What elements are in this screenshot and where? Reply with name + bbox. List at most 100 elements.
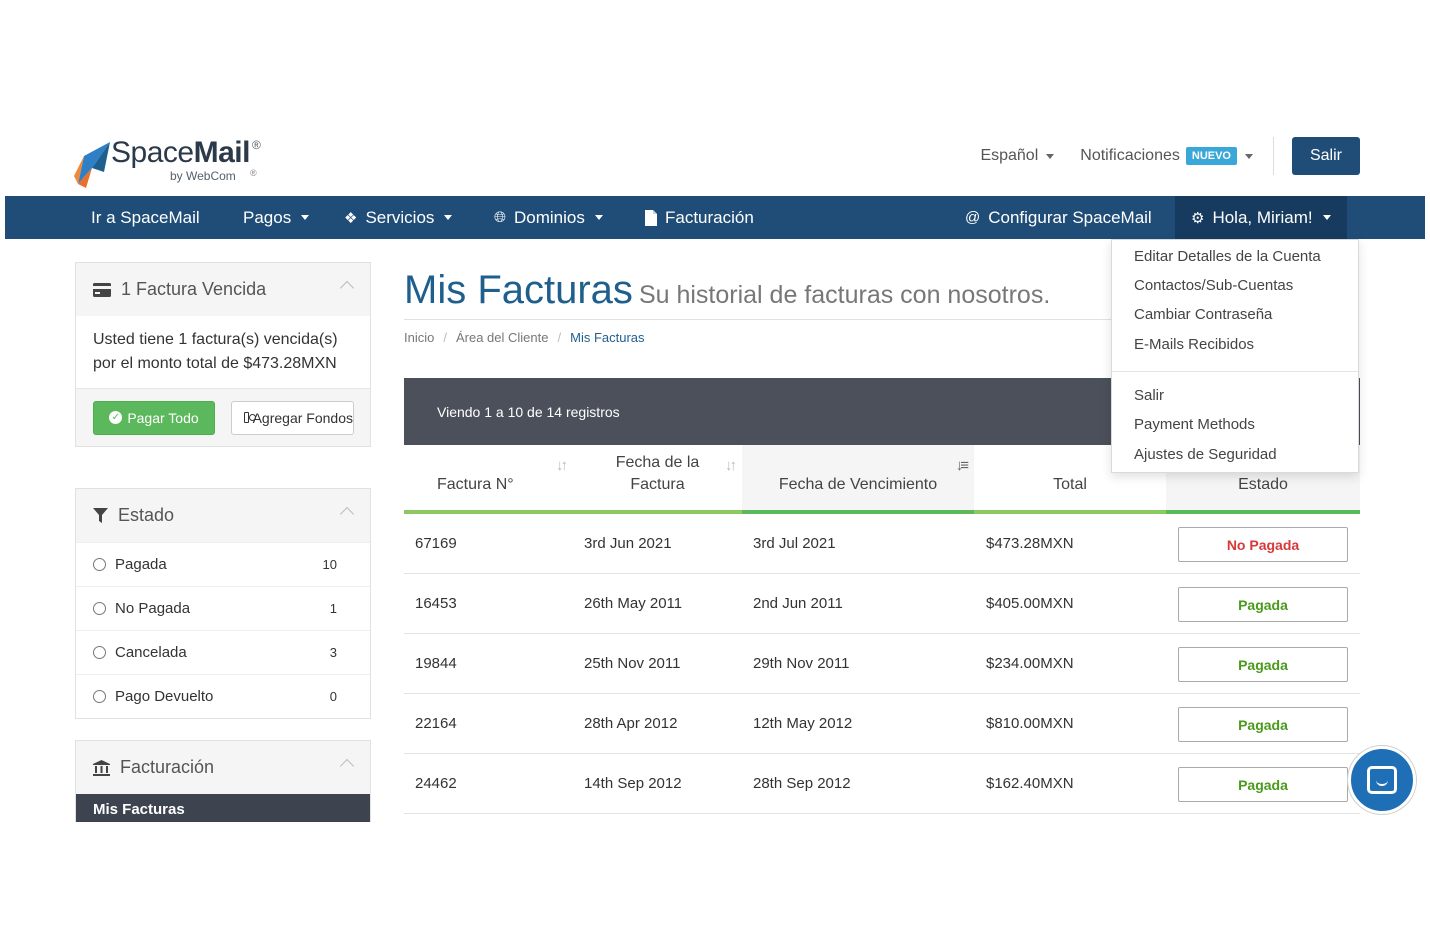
- invoice-date: 25th Nov 2011: [584, 655, 681, 672]
- invoice-date: 14th Sep 2012: [584, 775, 682, 792]
- column-header-due-date[interactable]: Fecha de Vencimiento ↓≡: [742, 445, 974, 514]
- menu-item-edit-account[interactable]: Editar Detalles de la Cuenta: [1134, 248, 1321, 265]
- table-record-count: Viendo 1 a 10 de 14 registros: [437, 403, 620, 420]
- nav-domains[interactable]: 🌐︎ Dominios: [494, 196, 603, 239]
- menu-divider: [1112, 371, 1358, 372]
- notifications-label: Notificaciones: [1080, 147, 1180, 164]
- add-funds-button[interactable]: Agregar Fondos: [231, 400, 354, 435]
- status-filter-cancelled[interactable]: Cancelada 3: [76, 630, 370, 674]
- nav-configure-spacemail[interactable]: @ Configurar SpaceMail: [965, 196, 1152, 239]
- sidebar-item-my-invoices[interactable]: Mis Facturas: [76, 794, 370, 824]
- status-filter-unpaid[interactable]: No Pagada 1: [76, 586, 370, 630]
- table-row[interactable]: 67169 3rd Jun 2021 3rd Jul 2021 $473.28M…: [404, 514, 1360, 574]
- invoice-number: 67169: [415, 535, 457, 552]
- radio-button[interactable]: [93, 690, 106, 703]
- invoice-number: 24462: [415, 775, 457, 792]
- menu-item-emails-received[interactable]: E-Mails Recibidos: [1134, 336, 1254, 353]
- top-utility-bar: Español Notificaciones NUEVO Salir: [954, 137, 1360, 175]
- invoice-number: 16453: [415, 595, 457, 612]
- registered-mark: ®: [252, 138, 261, 152]
- column-header-invoice-date[interactable]: Fecha de la Factura ↓↑: [573, 445, 742, 514]
- status-filter-refunded[interactable]: Pago Devuelto 0: [76, 674, 370, 718]
- money-icon: [244, 412, 256, 423]
- status-badge: Pagada: [1178, 647, 1348, 682]
- column-label: Fecha de la Factura: [615, 454, 700, 493]
- invoice-number: 19844: [415, 655, 457, 672]
- breadcrumb-current: Mis Facturas: [570, 330, 645, 345]
- nav-services[interactable]: ❖ Servicios: [344, 196, 453, 239]
- invoice-number: 22164: [415, 715, 457, 732]
- radio-button[interactable]: [93, 646, 106, 659]
- sort-ascending-icon: ↓≡: [955, 457, 969, 474]
- logout-button[interactable]: Salir: [1292, 137, 1360, 175]
- status-badge: Pagada: [1178, 587, 1348, 622]
- status-label: No Pagada: [115, 600, 191, 617]
- credit-card-icon: [93, 282, 111, 297]
- radio-button[interactable]: [93, 602, 106, 615]
- radio-button[interactable]: [93, 558, 106, 571]
- language-selector[interactable]: Español: [980, 147, 1055, 165]
- table-row[interactable]: 19844 25th Nov 2011 29th Nov 2011 $234.0…: [404, 634, 1360, 694]
- table-row[interactable]: 16453 26th May 2011 2nd Jun 2011 $405.00…: [404, 574, 1360, 634]
- table-row[interactable]: 24462 14th Sep 2012 28th Sep 2012 $162.4…: [404, 754, 1360, 814]
- chevron-down-icon: [1245, 153, 1253, 159]
- rocket-logo-icon: [74, 142, 110, 188]
- invoice-total: $234.00MXN: [986, 655, 1074, 672]
- nav-go-to-spacemail[interactable]: Ir a SpaceMail: [91, 196, 200, 239]
- breadcrumb-home[interactable]: Inicio: [404, 330, 434, 345]
- status-count: 3: [329, 645, 337, 660]
- status-count: 0: [329, 689, 337, 704]
- pay-all-button[interactable]: ✓ Pagar Todo: [93, 400, 215, 435]
- invoice-date: 26th May 2011: [584, 595, 683, 612]
- table-row[interactable]: 22164 28th Apr 2012 12th May 2012 $810.0…: [404, 694, 1360, 754]
- billing-nav-panel: Facturación Mis Facturas: [75, 740, 371, 825]
- overdue-invoices-panel: 1 Factura Vencida Usted tiene 1 factura(…: [75, 262, 371, 447]
- status-filter-paid[interactable]: Pagada 10: [76, 542, 370, 586]
- nav-payments[interactable]: Pagos: [243, 196, 310, 239]
- invoice-date: 3rd Jun 2021: [584, 535, 672, 552]
- chat-launcher-button[interactable]: [1348, 746, 1416, 814]
- menu-item-logout[interactable]: Salir: [1134, 387, 1164, 404]
- notifications-menu[interactable]: Notificaciones NUEVO: [1080, 147, 1253, 165]
- chevron-up-icon[interactable]: [339, 506, 355, 522]
- nav-label: Hola, Miriam!: [1212, 207, 1313, 227]
- breadcrumb-client-area[interactable]: Área del Cliente: [456, 330, 549, 345]
- nav-billing[interactable]: Facturación: [645, 196, 754, 239]
- nav-label: Dominios: [514, 207, 585, 227]
- button-label: Agregar Fondos: [252, 409, 353, 426]
- panel-header[interactable]: Facturación: [76, 741, 370, 794]
- invoice-total: $810.00MXN: [986, 715, 1074, 732]
- brand-logo[interactable]: SpaceMail ® by WebCom ®: [74, 136, 274, 190]
- nav-label: Pagos: [243, 207, 292, 227]
- breadcrumb-separator: /: [557, 330, 562, 345]
- menu-item-payment-methods[interactable]: Payment Methods: [1134, 416, 1255, 433]
- status-label: Pago Devuelto: [115, 688, 214, 705]
- divider: [404, 319, 1124, 320]
- due-date: 28th Sep 2012: [753, 775, 851, 792]
- menu-item-change-password[interactable]: Cambiar Contraseña: [1134, 306, 1272, 323]
- divider: [1273, 137, 1274, 175]
- panel-header[interactable]: Estado: [76, 489, 370, 542]
- column-header-invoice-number[interactable]: Factura N° ↓↑: [404, 445, 573, 514]
- status-count: 10: [322, 557, 337, 572]
- panel-header[interactable]: 1 Factura Vencida: [76, 263, 370, 316]
- overdue-message: Usted tiene 1 factura(s) vencida(s) por …: [93, 331, 338, 372]
- account-dropdown-menu: Editar Detalles de la Cuenta Contactos/S…: [1111, 239, 1359, 473]
- menu-item-security-settings[interactable]: Ajustes de Seguridad: [1134, 446, 1277, 463]
- page-title-block: Mis Facturas Su historial de facturas con…: [404, 268, 1050, 313]
- nav-label: Facturación: [665, 207, 754, 227]
- filter-icon: [93, 508, 108, 523]
- status-filter-panel: Estado Pagada 10 No Pagada 1 Cancelada 3…: [75, 488, 371, 719]
- sort-icon: ↓↑: [556, 457, 568, 474]
- panel-title: 1 Factura Vencida: [121, 279, 267, 299]
- column-label: Factura N°: [437, 476, 514, 493]
- nav-account-menu[interactable]: ⚙ Hola, Miriam!: [1175, 196, 1347, 239]
- chevron-down-icon: [444, 215, 453, 220]
- check-circle-icon: ✓: [109, 411, 123, 424]
- invoice-total: $473.28MXN: [986, 535, 1074, 552]
- globe-icon: 🌐︎: [494, 209, 507, 226]
- invoice-total: $405.00MXN: [986, 595, 1074, 612]
- chevron-up-icon[interactable]: [339, 280, 355, 296]
- menu-item-contacts[interactable]: Contactos/Sub-Cuentas: [1134, 277, 1293, 294]
- chevron-up-icon[interactable]: [339, 758, 355, 774]
